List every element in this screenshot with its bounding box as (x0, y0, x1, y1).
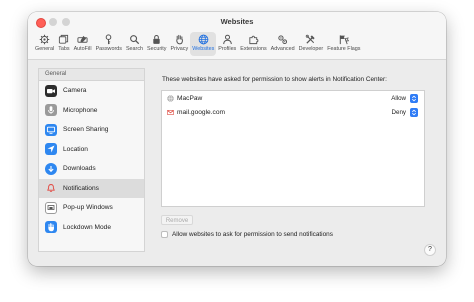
downloads-icon (45, 162, 57, 175)
gears-icon (278, 35, 288, 45)
tabs-icon (59, 34, 69, 44)
microphone-icon (45, 104, 57, 117)
permission-select[interactable]: Allow (391, 93, 418, 103)
sidebar-item-label: Microphone (63, 106, 98, 114)
tab-passwords[interactable]: Passwords (94, 32, 124, 56)
tab-advanced[interactable]: Advanced (269, 32, 297, 56)
allow-notifications-label: Allow websites to ask for permission to … (172, 231, 333, 238)
toolbar: Websites General Tabs AutoFill Passwords… (28, 12, 446, 60)
globe-favicon-icon (167, 94, 174, 102)
popup-icon (45, 201, 57, 214)
sidebar-item-camera[interactable]: Camera (39, 81, 144, 101)
website-permission-list: MacPaw Allow mail.google.com Deny (161, 90, 425, 207)
gear-icon (39, 34, 50, 45)
search-icon (130, 35, 140, 45)
tab-feature-flags[interactable]: Feature Flags (325, 32, 362, 56)
sidebar-item-label: Notifications (63, 184, 99, 192)
tab-label: Privacy (170, 46, 189, 52)
permission-select[interactable]: Deny (392, 107, 418, 117)
preference-tabs: General Tabs AutoFill Passwords Search S… (33, 32, 362, 58)
sidebar-item-label: Lockdown Mode (63, 223, 112, 231)
lock-icon (153, 34, 160, 44)
sidebar-item-lockdown-mode[interactable]: Lockdown Mode (39, 218, 144, 238)
tab-privacy[interactable]: Privacy (169, 32, 191, 56)
allow-notifications-option[interactable]: Allow websites to ask for permission to … (161, 231, 333, 238)
tab-label: Developer (298, 46, 324, 52)
puzzle-icon (249, 35, 259, 45)
hand-icon (176, 34, 183, 45)
permission-value: Deny (391, 108, 406, 116)
person-icon (222, 34, 232, 45)
chevron-up-down-icon (410, 107, 418, 117)
tab-label: Advanced (270, 46, 295, 52)
website-name: mail.google.com (177, 108, 226, 116)
sidebar-item-microphone[interactable]: Microphone (39, 101, 144, 121)
tab-profiles[interactable]: Profiles (216, 32, 238, 56)
permission-value: Allow (391, 94, 406, 102)
tab-label: AutoFill (73, 46, 92, 52)
tab-extensions[interactable]: Extensions (238, 32, 268, 56)
tab-label: General (35, 46, 55, 52)
allow-notifications-checkbox[interactable] (161, 231, 168, 238)
tab-developer[interactable]: Developer (297, 32, 326, 56)
key-icon (105, 34, 112, 45)
tab-label: Tabs (58, 46, 70, 52)
screen-sharing-icon (45, 123, 57, 136)
website-name: MacPaw (177, 94, 203, 102)
preferences-window: Websites General Tabs AutoFill Passwords… (28, 12, 446, 266)
sidebar-item-label: Camera (63, 87, 87, 95)
sidebar-item-location[interactable]: Location (39, 140, 144, 160)
autofill-icon (77, 35, 88, 43)
list-item[interactable]: mail.google.com Deny (162, 105, 424, 119)
sidebar-item-popup-windows[interactable]: Pop-up Windows (39, 198, 144, 218)
tools-icon (306, 34, 316, 44)
sidebar-item-notifications[interactable]: Notifications (39, 178, 144, 198)
sidebar: General Camera Microphone Screen Sharing… (38, 68, 145, 252)
tab-label: Profiles (218, 46, 237, 52)
tab-security[interactable]: Security (145, 32, 168, 56)
notification-permission-description: These websites have asked for permission… (162, 76, 387, 83)
chevron-up-down-icon (410, 93, 418, 103)
flags-icon (340, 35, 350, 45)
remove-button[interactable]: Remove (161, 215, 193, 225)
sidebar-item-downloads[interactable]: Downloads (39, 159, 144, 179)
tab-label: Security (147, 46, 167, 52)
tab-label: Websites (192, 46, 215, 52)
tab-label: Extensions (240, 46, 267, 52)
location-icon (45, 143, 57, 156)
gmail-favicon-icon (167, 109, 174, 116)
tab-label: Search (125, 46, 144, 52)
tab-label: Feature Flags (327, 46, 361, 52)
tab-autofill[interactable]: AutoFill (72, 32, 94, 56)
sidebar-item-screen-sharing[interactable]: Screen Sharing (39, 120, 144, 140)
tab-websites[interactable]: Websites (190, 32, 217, 56)
globe-icon (198, 34, 209, 45)
tab-tabs[interactable]: Tabs (56, 32, 71, 56)
tab-label: Passwords (95, 46, 122, 52)
bell-icon (45, 182, 57, 194)
tab-search[interactable]: Search (124, 32, 145, 56)
sidebar-section-header: General (39, 69, 144, 81)
sidebar-item-label: Location (63, 145, 88, 153)
help-button[interactable]: ? (424, 244, 436, 256)
sidebar-item-label: Downloads (63, 165, 96, 173)
lockdown-hand-icon (45, 221, 57, 234)
sidebar-item-label: Screen Sharing (63, 126, 109, 134)
window-title: Websites (220, 17, 254, 26)
list-item[interactable]: MacPaw Allow (162, 91, 424, 105)
tab-general[interactable]: General (33, 32, 56, 56)
sidebar-item-label: Pop-up Windows (63, 204, 113, 212)
camera-icon (45, 84, 57, 97)
